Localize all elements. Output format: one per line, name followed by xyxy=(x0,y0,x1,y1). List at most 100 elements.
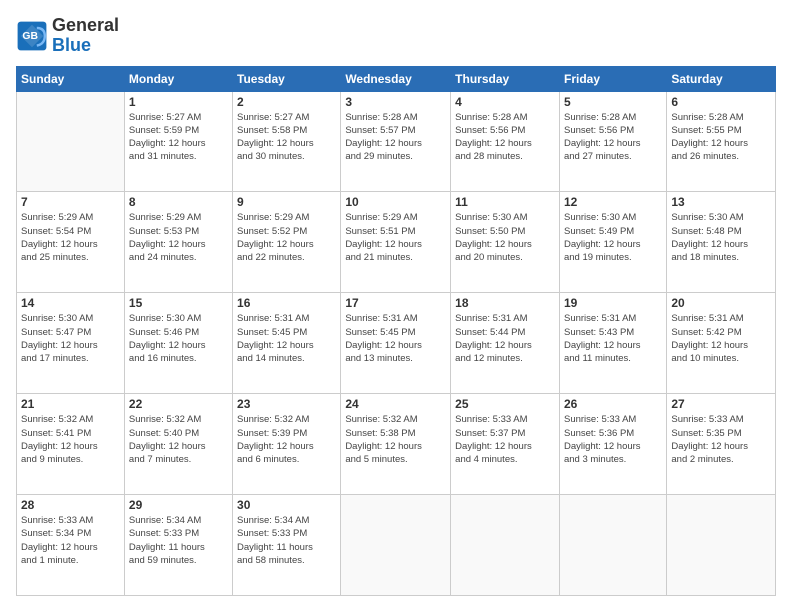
day-info: Sunrise: 5:30 AM Sunset: 5:50 PM Dayligh… xyxy=(455,211,555,264)
day-number: 6 xyxy=(671,95,771,109)
calendar-cell: 16Sunrise: 5:31 AM Sunset: 5:45 PM Dayli… xyxy=(233,293,341,394)
day-number: 17 xyxy=(345,296,446,310)
day-number: 23 xyxy=(237,397,336,411)
calendar-cell: 19 Sunrise: 5:31 AM Sunset: 5:43 PM Dayli… xyxy=(559,293,666,394)
calendar-cell xyxy=(451,495,560,596)
page: GB General Blue SundayMondayTuesdayWedne… xyxy=(0,0,792,612)
day-number: 30 xyxy=(237,498,336,512)
day-info: Sunrise: 5:31 AM Sunset: 5:44 PM Dayligh… xyxy=(455,312,555,365)
day-number: 26 xyxy=(564,397,662,411)
day-info: Sunrise: 5:33 AM Sunset: 5:35 PM Dayligh… xyxy=(671,413,771,466)
calendar-cell xyxy=(559,495,666,596)
calendar-cell: 3 Sunrise: 5:28 AM Sunset: 5:57 PM Daylig… xyxy=(341,91,451,192)
weekday-header: Wednesday xyxy=(341,66,451,91)
calendar-cell: 23 Sunrise: 5:32 AM Sunset: 5:39 PM Dayli… xyxy=(233,394,341,495)
calendar-cell: 2 Sunrise: 5:27 AM Sunset: 5:58 PM Daylig… xyxy=(233,91,341,192)
calendar-cell: 6 Sunrise: 5:28 AM Sunset: 5:55 PM Daylig… xyxy=(667,91,776,192)
calendar-cell: 30 Sunrise: 5:34 AM Sunset: 5:33 PM Dayli… xyxy=(233,495,341,596)
day-info: Sunrise: 5:28 AM Sunset: 5:56 PM Dayligh… xyxy=(564,111,662,164)
day-info: Sunrise: 5:28 AM Sunset: 5:57 PM Dayligh… xyxy=(345,111,446,164)
day-info: Sunrise: 5:33 AM Sunset: 5:34 PM Dayligh… xyxy=(21,514,120,567)
logo-text: General Blue xyxy=(52,16,119,56)
calendar-cell: 13Sunrise: 5:30 AM Sunset: 5:48 PM Dayli… xyxy=(667,192,776,293)
calendar-cell: 15 Sunrise: 5:30 AM Sunset: 5:46 PM Dayli… xyxy=(124,293,232,394)
day-number: 18 xyxy=(455,296,555,310)
calendar-week-row: 28 Sunrise: 5:33 AM Sunset: 5:34 PM Dayli… xyxy=(17,495,776,596)
day-info: Sunrise: 5:34 AM Sunset: 5:33 PM Dayligh… xyxy=(129,514,228,567)
calendar-week-row: 1Sunrise: 5:27 AM Sunset: 5:59 PM Daylig… xyxy=(17,91,776,192)
weekday-header: Sunday xyxy=(17,66,125,91)
day-info: Sunrise: 5:31 AM Sunset: 5:45 PM Dayligh… xyxy=(345,312,446,365)
day-info: Sunrise: 5:30 AM Sunset: 5:47 PM Dayligh… xyxy=(21,312,120,365)
calendar-week-row: 7 Sunrise: 5:29 AM Sunset: 5:54 PM Daylig… xyxy=(17,192,776,293)
calendar-cell: 22Sunrise: 5:32 AM Sunset: 5:40 PM Dayli… xyxy=(124,394,232,495)
calendar-week-row: 14 Sunrise: 5:30 AM Sunset: 5:47 PM Dayli… xyxy=(17,293,776,394)
day-info: Sunrise: 5:32 AM Sunset: 5:41 PM Dayligh… xyxy=(21,413,120,466)
day-info: Sunrise: 5:34 AM Sunset: 5:33 PM Dayligh… xyxy=(237,514,336,567)
day-number: 19 xyxy=(564,296,662,310)
day-info: Sunrise: 5:28 AM Sunset: 5:56 PM Dayligh… xyxy=(455,111,555,164)
day-number: 1 xyxy=(129,95,228,109)
calendar-cell: 4 Sunrise: 5:28 AM Sunset: 5:56 PM Daylig… xyxy=(451,91,560,192)
calendar-cell xyxy=(17,91,125,192)
day-info: Sunrise: 5:33 AM Sunset: 5:36 PM Dayligh… xyxy=(564,413,662,466)
calendar-cell: 17 Sunrise: 5:31 AM Sunset: 5:45 PM Dayli… xyxy=(341,293,451,394)
day-number: 29 xyxy=(129,498,228,512)
svg-text:GB: GB xyxy=(22,31,38,42)
day-number: 22 xyxy=(129,397,228,411)
day-number: 11 xyxy=(455,195,555,209)
day-number: 27 xyxy=(671,397,771,411)
day-info: Sunrise: 5:31 AM Sunset: 5:43 PM Dayligh… xyxy=(564,312,662,365)
day-info: Sunrise: 5:32 AM Sunset: 5:38 PM Dayligh… xyxy=(345,413,446,466)
calendar-cell: 27 Sunrise: 5:33 AM Sunset: 5:35 PM Dayli… xyxy=(667,394,776,495)
calendar-cell: 29 Sunrise: 5:34 AM Sunset: 5:33 PM Dayli… xyxy=(124,495,232,596)
day-info: Sunrise: 5:29 AM Sunset: 5:51 PM Dayligh… xyxy=(345,211,446,264)
logo-general: General xyxy=(52,15,119,35)
calendar-cell: 12 Sunrise: 5:30 AM Sunset: 5:49 PM Dayli… xyxy=(559,192,666,293)
weekday-header: Monday xyxy=(124,66,232,91)
day-number: 28 xyxy=(21,498,120,512)
day-number: 12 xyxy=(564,195,662,209)
day-number: 25 xyxy=(455,397,555,411)
day-number: 4 xyxy=(455,95,555,109)
day-number: 14 xyxy=(21,296,120,310)
day-number: 13 xyxy=(671,195,771,209)
weekday-header: Saturday xyxy=(667,66,776,91)
day-info: Sunrise: 5:31 AM Sunset: 5:42 PM Dayligh… xyxy=(671,312,771,365)
day-number: 5 xyxy=(564,95,662,109)
calendar-cell: 1Sunrise: 5:27 AM Sunset: 5:59 PM Daylig… xyxy=(124,91,232,192)
day-number: 16 xyxy=(237,296,336,310)
day-number: 7 xyxy=(21,195,120,209)
day-number: 10 xyxy=(345,195,446,209)
day-number: 3 xyxy=(345,95,446,109)
day-info: Sunrise: 5:33 AM Sunset: 5:37 PM Dayligh… xyxy=(455,413,555,466)
logo-blue: Blue xyxy=(52,35,91,55)
day-number: 20 xyxy=(671,296,771,310)
calendar-table: SundayMondayTuesdayWednesdayThursdayFrid… xyxy=(16,66,776,596)
calendar-cell: 5 Sunrise: 5:28 AM Sunset: 5:56 PM Daylig… xyxy=(559,91,666,192)
calendar-cell: 10 Sunrise: 5:29 AM Sunset: 5:51 PM Dayli… xyxy=(341,192,451,293)
day-number: 15 xyxy=(129,296,228,310)
calendar-cell: 8Sunrise: 5:29 AM Sunset: 5:53 PM Daylig… xyxy=(124,192,232,293)
calendar-cell: 20 Sunrise: 5:31 AM Sunset: 5:42 PM Dayli… xyxy=(667,293,776,394)
day-info: Sunrise: 5:27 AM Sunset: 5:58 PM Dayligh… xyxy=(237,111,336,164)
day-number: 24 xyxy=(345,397,446,411)
logo: GB General Blue xyxy=(16,16,119,56)
day-info: Sunrise: 5:30 AM Sunset: 5:49 PM Dayligh… xyxy=(564,211,662,264)
day-number: 2 xyxy=(237,95,336,109)
day-number: 9 xyxy=(237,195,336,209)
weekday-header: Friday xyxy=(559,66,666,91)
day-info: Sunrise: 5:32 AM Sunset: 5:39 PM Dayligh… xyxy=(237,413,336,466)
calendar-cell: 14 Sunrise: 5:30 AM Sunset: 5:47 PM Dayli… xyxy=(17,293,125,394)
calendar-cell: 18 Sunrise: 5:31 AM Sunset: 5:44 PM Dayli… xyxy=(451,293,560,394)
day-info: Sunrise: 5:29 AM Sunset: 5:54 PM Dayligh… xyxy=(21,211,120,264)
day-info: Sunrise: 5:28 AM Sunset: 5:55 PM Dayligh… xyxy=(671,111,771,164)
day-info: Sunrise: 5:29 AM Sunset: 5:53 PM Dayligh… xyxy=(129,211,228,264)
calendar-cell: 11 Sunrise: 5:30 AM Sunset: 5:50 PM Dayli… xyxy=(451,192,560,293)
weekday-header: Thursday xyxy=(451,66,560,91)
calendar-cell: 25 Sunrise: 5:33 AM Sunset: 5:37 PM Dayli… xyxy=(451,394,560,495)
weekday-header: Tuesday xyxy=(233,66,341,91)
day-info: Sunrise: 5:30 AM Sunset: 5:46 PM Dayligh… xyxy=(129,312,228,365)
calendar-cell xyxy=(341,495,451,596)
header: GB General Blue xyxy=(16,16,776,56)
